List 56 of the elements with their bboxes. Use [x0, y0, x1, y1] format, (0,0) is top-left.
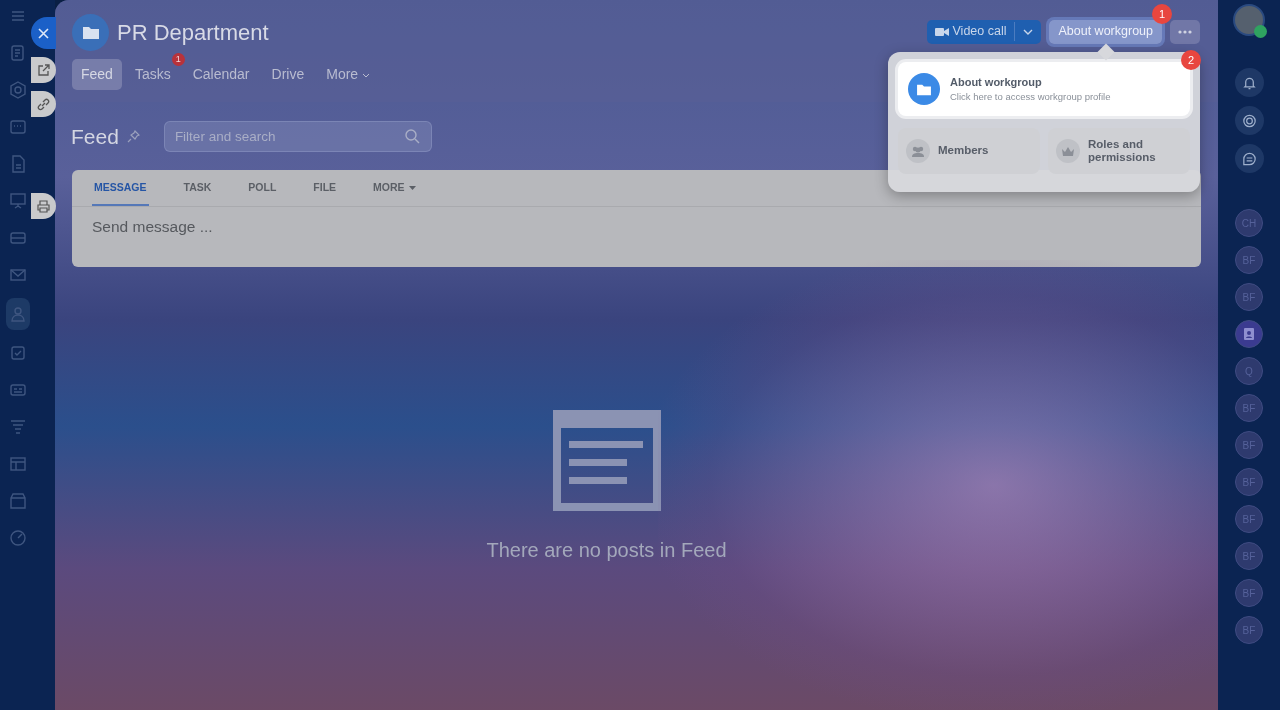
contact-avatar[interactable]: [1235, 320, 1263, 348]
group-title: PR Department: [117, 19, 269, 47]
folder-icon: [908, 73, 940, 105]
hexagon-icon: [9, 81, 27, 99]
sidebar-item[interactable]: [6, 298, 30, 330]
presentation-icon: [9, 192, 27, 210]
search-icon: [404, 129, 420, 145]
about-workgroup-button[interactable]: About workgroup: [1049, 19, 1162, 44]
mail-icon: [9, 266, 27, 284]
tab[interactable]: Calendar: [183, 59, 259, 90]
external-link-icon: [37, 63, 50, 77]
document-icon: [552, 409, 661, 511]
menu-item[interactable]: Members: [898, 128, 1040, 174]
print-button[interactable]: [31, 193, 56, 219]
feed-title: Feed: [71, 124, 119, 150]
link-icon: [37, 97, 50, 111]
printer-icon: [37, 199, 50, 213]
funnel-icon: [9, 418, 27, 436]
toolbar-button[interactable]: [1234, 106, 1264, 135]
tab[interactable]: More: [317, 59, 380, 90]
caret-icon: [1023, 28, 1034, 35]
message-input[interactable]: Send message ...: [72, 207, 1201, 247]
more-options-button[interactable]: [1170, 19, 1200, 44]
copy-link-button[interactable]: [31, 91, 56, 117]
ellipsis-icon: [1178, 29, 1192, 34]
card-icon: [9, 229, 27, 247]
open-in-new-window-button[interactable]: [31, 57, 56, 83]
address-book-icon: [1244, 328, 1254, 340]
toolbar-button[interactable]: [1234, 68, 1264, 97]
user-avatar[interactable]: [1233, 4, 1265, 36]
composer-tab[interactable]: POLL: [246, 169, 279, 207]
grid-icon: [9, 455, 27, 473]
contact-icon: [9, 381, 27, 399]
gauge-icon: [9, 529, 27, 547]
composer-tab[interactable]: FILE: [311, 169, 339, 207]
file-icon: [9, 155, 27, 173]
toolbar-button[interactable]: [1234, 144, 1264, 173]
composer-tab[interactable]: MESSAGE: [92, 169, 149, 207]
menu-item[interactable]: Roles and permissions: [1048, 128, 1190, 174]
store-icon: [9, 492, 27, 510]
tab[interactable]: Drive: [262, 59, 314, 90]
task-icon: [9, 344, 27, 362]
counter-badge: 1: [171, 53, 185, 66]
pin-icon[interactable]: [126, 130, 140, 144]
document-icon: [9, 44, 27, 62]
empty-state-text: There are no posts in Feed: [486, 537, 727, 563]
search-field[interactable]: Filter and search: [163, 121, 432, 153]
composer-tab[interactable]: MORE: [371, 169, 418, 207]
camera-icon: [934, 26, 949, 37]
video-call-button[interactable]: Video call: [926, 19, 1042, 44]
close-icon: [38, 27, 49, 39]
calendar-icon: [9, 118, 27, 136]
group-icon: [9, 305, 27, 323]
folder-icon: [72, 14, 109, 51]
tab[interactable]: Feed: [72, 59, 122, 90]
composer-tab[interactable]: TASK: [181, 169, 214, 207]
